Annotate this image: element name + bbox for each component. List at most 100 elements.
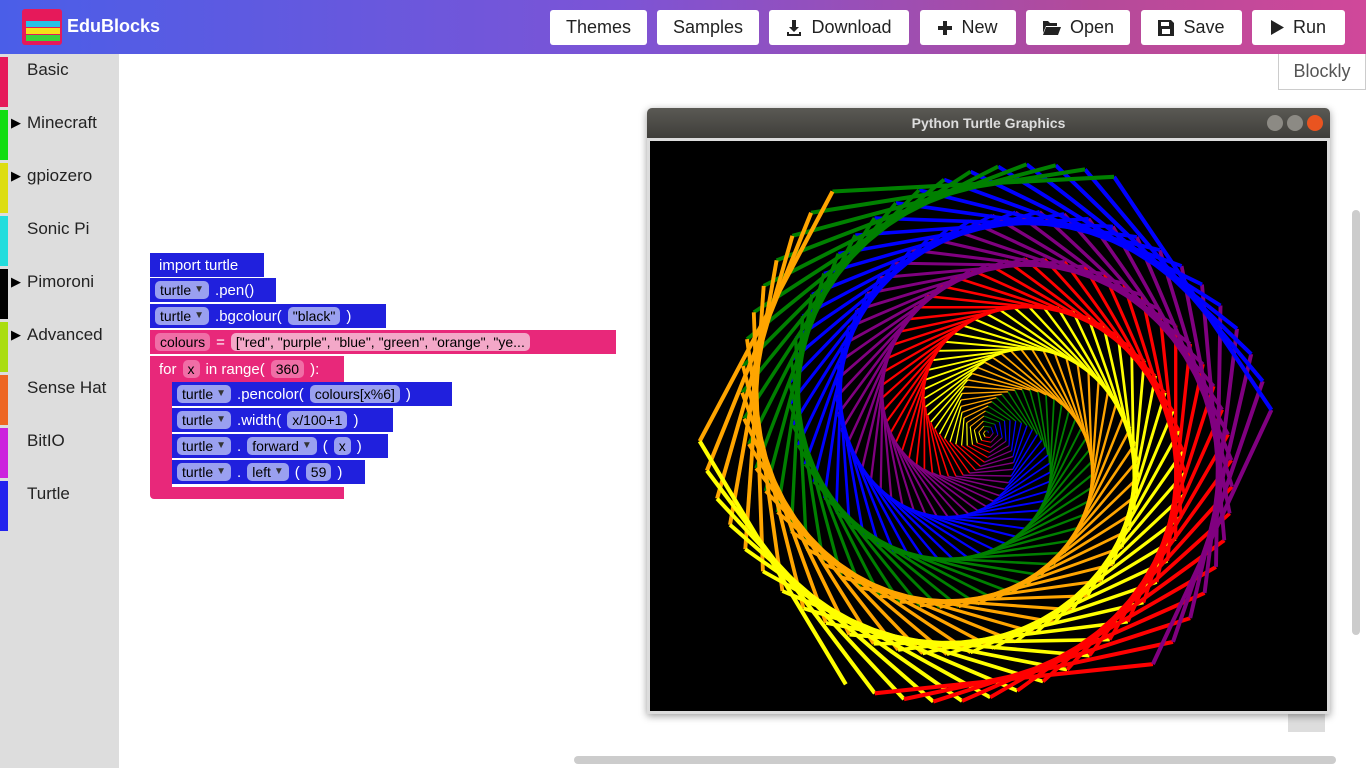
download-button[interactable]: Download bbox=[769, 10, 909, 45]
colours-list-field[interactable]: ["red", "purple", "blue", "green", "oran… bbox=[230, 333, 530, 351]
turtle-dropdown[interactable]: turtle ▼ bbox=[155, 281, 210, 299]
category-label: Minecraft bbox=[27, 113, 97, 132]
turtle-dropdown[interactable]: turtle ▼ bbox=[155, 307, 210, 325]
blockly-mode-label: Blockly bbox=[1293, 61, 1351, 81]
blockly-mode-tab[interactable]: Blockly bbox=[1278, 54, 1366, 90]
block-text: . bbox=[237, 437, 242, 455]
import-turtle-block[interactable]: import turtle bbox=[150, 253, 264, 277]
block-text: .pencolor( bbox=[237, 385, 304, 403]
category-sense-hat[interactable]: Sense Hat bbox=[0, 372, 119, 425]
spiral-segment bbox=[969, 415, 985, 428]
block-text: import turtle bbox=[159, 256, 239, 274]
turtle-dropdown[interactable]: turtle ▼ bbox=[177, 463, 232, 481]
bgcolour-value-field[interactable]: "black" bbox=[287, 307, 341, 325]
open-button[interactable]: Open bbox=[1026, 10, 1130, 45]
themes-button[interactable]: Themes bbox=[550, 10, 647, 45]
spiral-segment bbox=[990, 427, 994, 434]
pen-block[interactable]: turtle ▼ .pen() bbox=[150, 278, 276, 302]
movement-dropdown[interactable]: forward ▼ bbox=[247, 437, 317, 455]
vertical-scrollbar[interactable] bbox=[1352, 210, 1360, 635]
category-color-bar bbox=[0, 57, 8, 107]
turtle-dropdown[interactable]: turtle ▼ bbox=[177, 411, 232, 429]
category-label: Pimoroni bbox=[27, 272, 95, 291]
for-loop-block[interactable]: for x in range( 360 ): bbox=[150, 356, 344, 382]
spiral-segment bbox=[1054, 163, 1253, 356]
bgcolour-block[interactable]: turtle ▼ .bgcolour( "black" ) bbox=[150, 304, 386, 328]
spiral-segments bbox=[697, 162, 1274, 704]
spiral-segment bbox=[973, 429, 978, 444]
category-color-bar bbox=[0, 163, 8, 213]
pencolor-value-field[interactable]: colours[x%6] bbox=[309, 385, 400, 403]
block-text: ) bbox=[337, 463, 343, 481]
category-gpiozero[interactable]: ▶ gpiozero bbox=[0, 160, 119, 213]
spiral-segment bbox=[985, 436, 990, 438]
turtle-graphics-window: Python Turtle Graphics bbox=[647, 108, 1330, 714]
block-text: .width( bbox=[237, 411, 282, 429]
themes-label: Themes bbox=[565, 17, 632, 37]
expand-arrow-icon[interactable]: ▶ bbox=[11, 274, 21, 290]
workspace-trashcan[interactable] bbox=[1288, 713, 1325, 732]
minimize-icon[interactable] bbox=[1267, 115, 1283, 131]
forward-value-field[interactable]: x bbox=[333, 437, 351, 455]
for-loop-footer bbox=[150, 487, 344, 499]
block-text: for bbox=[159, 360, 177, 378]
loop-variable-field[interactable]: x bbox=[182, 360, 200, 378]
block-text: ) bbox=[356, 437, 362, 455]
spiral-segment bbox=[990, 434, 999, 443]
window-title: Python Turtle Graphics bbox=[911, 115, 1066, 131]
save-button[interactable]: Save bbox=[1141, 10, 1242, 45]
samples-button[interactable]: Samples bbox=[657, 10, 759, 45]
category-label: Advanced bbox=[27, 325, 103, 344]
category-bitio[interactable]: BitIO bbox=[0, 425, 119, 478]
category-label: Sense Hat bbox=[27, 378, 107, 397]
category-label: gpiozero bbox=[27, 166, 93, 185]
category-pimoroni[interactable]: ▶ Pimoroni bbox=[0, 266, 119, 319]
width-block[interactable]: turtle ▼ .width( x/100+1 ) bbox=[172, 408, 393, 432]
colours-variable-field[interactable]: colours bbox=[155, 333, 211, 351]
spiral-segment bbox=[990, 437, 1003, 448]
folder-open-icon bbox=[1041, 21, 1061, 35]
expand-arrow-icon[interactable]: ▶ bbox=[11, 115, 21, 131]
close-icon[interactable] bbox=[1307, 115, 1323, 131]
turtle-dropdown[interactable]: turtle ▼ bbox=[177, 385, 232, 403]
category-turtle[interactable]: Turtle bbox=[0, 478, 119, 531]
category-advanced[interactable]: ▶ Advanced bbox=[0, 319, 119, 372]
left-value-field[interactable]: 59 bbox=[305, 463, 332, 481]
range-value-field[interactable]: 360 bbox=[270, 360, 305, 378]
spiral-segment bbox=[928, 349, 1012, 371]
colours-assignment-block[interactable]: colours = ["red", "purple", "blue", "gre… bbox=[150, 330, 616, 354]
new-button[interactable]: New bbox=[920, 10, 1016, 45]
spiral-segment bbox=[978, 425, 985, 433]
spiral-segment bbox=[998, 421, 1003, 438]
expand-arrow-icon[interactable]: ▶ bbox=[11, 168, 21, 184]
spiral-segment bbox=[983, 430, 986, 434]
plus-icon bbox=[938, 20, 953, 35]
turn-dropdown[interactable]: left ▼ bbox=[247, 463, 289, 481]
left-turn-block[interactable]: turtle ▼ . left ▼ ( 59 ) bbox=[172, 460, 365, 484]
play-icon bbox=[1270, 20, 1284, 35]
block-text: .bgcolour( bbox=[215, 307, 282, 325]
spiral-segment bbox=[1083, 168, 1265, 383]
category-sonic-pi[interactable]: Sonic Pi bbox=[0, 213, 119, 266]
run-button[interactable]: Run bbox=[1252, 10, 1345, 45]
category-basic[interactable]: Basic bbox=[0, 54, 119, 107]
forward-block[interactable]: turtle ▼ . forward ▼ ( x ) bbox=[172, 434, 388, 458]
expand-arrow-icon[interactable]: ▶ bbox=[11, 327, 21, 343]
category-color-bar bbox=[0, 269, 8, 319]
spiral-segment bbox=[994, 424, 999, 435]
block-text: ( bbox=[294, 463, 300, 481]
turtle-dropdown[interactable]: turtle ▼ bbox=[177, 437, 232, 455]
spiral-segment bbox=[1008, 420, 1011, 446]
pencolor-block[interactable]: turtle ▼ .pencolor( colours[x%6] ) bbox=[172, 382, 452, 406]
horizontal-scrollbar[interactable] bbox=[574, 756, 1336, 764]
spiral-segment bbox=[924, 406, 934, 473]
window-titlebar[interactable]: Python Turtle Graphics bbox=[647, 108, 1330, 138]
category-color-bar bbox=[0, 216, 8, 266]
width-value-field[interactable]: x/100+1 bbox=[287, 411, 348, 429]
maximize-icon[interactable] bbox=[1287, 115, 1303, 131]
block-text: = bbox=[216, 333, 225, 351]
block-text: ( bbox=[322, 437, 328, 455]
spiral-segment bbox=[955, 412, 963, 445]
category-minecraft[interactable]: ▶ Minecraft bbox=[0, 107, 119, 160]
block-text: ): bbox=[310, 360, 320, 378]
